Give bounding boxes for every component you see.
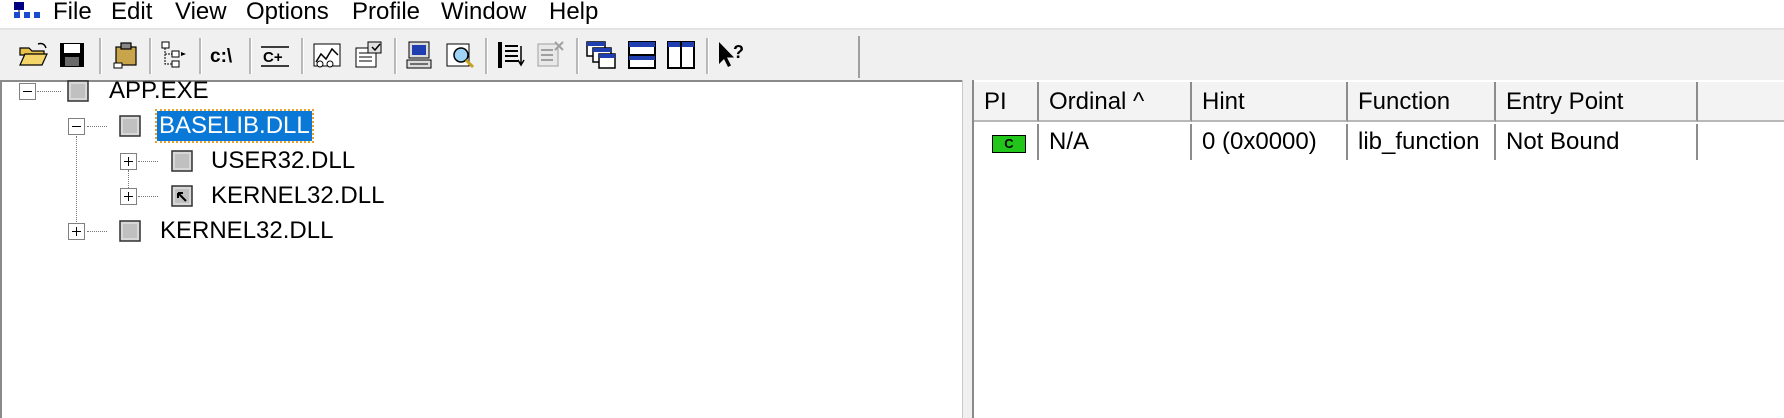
tree-connector bbox=[76, 136, 77, 232]
toolbar-separator bbox=[706, 38, 709, 74]
full-paths-icon: c:\ bbox=[210, 46, 233, 67]
menu-file[interactable]: File bbox=[53, 0, 92, 27]
svg-text:?: ? bbox=[733, 42, 744, 62]
expand-toggle[interactable] bbox=[120, 188, 137, 205]
tile-vertical-button[interactable] bbox=[664, 38, 698, 72]
external-viewer-icon bbox=[537, 41, 564, 67]
column-header-filler bbox=[1698, 82, 1784, 122]
column-header-function[interactable]: Function bbox=[1348, 82, 1496, 122]
open-icon bbox=[19, 42, 48, 66]
sort-icon bbox=[498, 42, 525, 68]
tile-horizontal-button[interactable] bbox=[625, 38, 659, 72]
module-functions-button[interactable] bbox=[310, 38, 344, 72]
system-info-icon bbox=[406, 41, 432, 69]
tree-connector bbox=[87, 126, 107, 127]
module-functions-icon bbox=[313, 43, 341, 68]
tree-node-label-selected[interactable]: BASELIB.DLL bbox=[155, 109, 314, 143]
tree-connector bbox=[37, 91, 61, 92]
menu-bar: File Edit View Options Profile Window He… bbox=[0, 0, 1784, 28]
help-button[interactable]: ? bbox=[714, 38, 748, 72]
tree-view-button[interactable] bbox=[156, 38, 190, 72]
cascade-button[interactable] bbox=[584, 38, 618, 72]
tree-view-icon bbox=[161, 41, 186, 68]
menu-view[interactable]: View bbox=[175, 0, 227, 27]
expand-toggle[interactable] bbox=[68, 223, 85, 240]
save-icon bbox=[60, 43, 84, 67]
external-viewer-button[interactable] bbox=[533, 38, 567, 72]
table-cell-hint[interactable]: 0 (0x0000) bbox=[1192, 124, 1348, 160]
column-header-hint[interactable]: Hint bbox=[1192, 82, 1348, 122]
pane-splitter[interactable] bbox=[962, 80, 974, 418]
menu-edit[interactable]: Edit bbox=[111, 0, 152, 27]
module-icon bbox=[171, 150, 193, 172]
tree-connector bbox=[138, 161, 158, 162]
toolbar-separator bbox=[99, 38, 102, 74]
undecorate-cpp-icon: C+ bbox=[261, 46, 289, 67]
tile-vertical-icon bbox=[667, 41, 695, 69]
expand-toggle[interactable] bbox=[120, 153, 137, 170]
properties-icon bbox=[355, 41, 382, 68]
toolbar-separator bbox=[485, 38, 488, 74]
column-header-entry-point[interactable]: Entry Point bbox=[1496, 82, 1698, 122]
toolbar-separator bbox=[199, 38, 202, 74]
toolbar-separator bbox=[301, 38, 304, 74]
table-cell-entry-point[interactable]: Not Bound bbox=[1496, 124, 1698, 160]
open-button[interactable] bbox=[16, 38, 50, 72]
help-icon: ? bbox=[719, 42, 744, 67]
module-icon bbox=[67, 80, 89, 102]
system-info-button[interactable] bbox=[402, 38, 436, 72]
copy-icon bbox=[113, 42, 137, 69]
toolbar-end-divider bbox=[858, 36, 860, 78]
column-header-pi[interactable]: PI bbox=[974, 82, 1039, 122]
toolbar-separator bbox=[249, 38, 252, 74]
toolbar-separator bbox=[149, 38, 152, 74]
collapse-toggle[interactable] bbox=[19, 83, 36, 100]
menu-help[interactable]: Help bbox=[549, 0, 598, 27]
tree-node-label[interactable]: KERNEL32.DLL bbox=[211, 181, 384, 211]
copy-button[interactable] bbox=[108, 38, 142, 72]
table-cell-function[interactable]: lib_function bbox=[1348, 124, 1496, 160]
undecorate-cpp-button[interactable]: C+ bbox=[258, 38, 292, 72]
cascade-icon bbox=[586, 41, 616, 69]
tree-connector bbox=[87, 231, 107, 232]
tile-horizontal-icon bbox=[628, 41, 656, 69]
svg-text:C+: C+ bbox=[263, 49, 283, 66]
menu-profile[interactable]: Profile bbox=[352, 0, 420, 27]
toolbar-separator bbox=[576, 38, 579, 74]
svg-text:c:\: c:\ bbox=[210, 46, 233, 67]
find-icon bbox=[446, 43, 475, 69]
module-tree-pane[interactable] bbox=[0, 80, 962, 418]
tree-connector bbox=[138, 196, 158, 197]
full-paths-button[interactable]: c:\ bbox=[208, 38, 242, 72]
app-icon[interactable] bbox=[14, 2, 44, 24]
module-icon bbox=[119, 115, 141, 137]
find-button[interactable] bbox=[443, 38, 477, 72]
c-function-badge: C bbox=[992, 135, 1026, 153]
forwarded-module-icon bbox=[171, 185, 193, 207]
collapse-toggle[interactable] bbox=[68, 118, 85, 135]
menu-options[interactable]: Options bbox=[246, 0, 329, 27]
properties-button[interactable] bbox=[352, 38, 386, 72]
tree-node-label[interactable]: APP.EXE bbox=[109, 76, 209, 106]
sort-button[interactable] bbox=[494, 38, 528, 72]
toolbar-separator bbox=[394, 38, 397, 74]
menu-window[interactable]: Window bbox=[441, 0, 526, 27]
tree-node-label[interactable]: KERNEL32.DLL bbox=[160, 216, 333, 246]
column-header-ordinal[interactable]: Ordinal ^ bbox=[1039, 82, 1192, 122]
table-cell-ordinal[interactable]: N/A bbox=[1039, 124, 1192, 160]
tree-node-label[interactable]: USER32.DLL bbox=[211, 146, 355, 176]
module-icon bbox=[119, 220, 141, 242]
save-button[interactable] bbox=[55, 38, 89, 72]
